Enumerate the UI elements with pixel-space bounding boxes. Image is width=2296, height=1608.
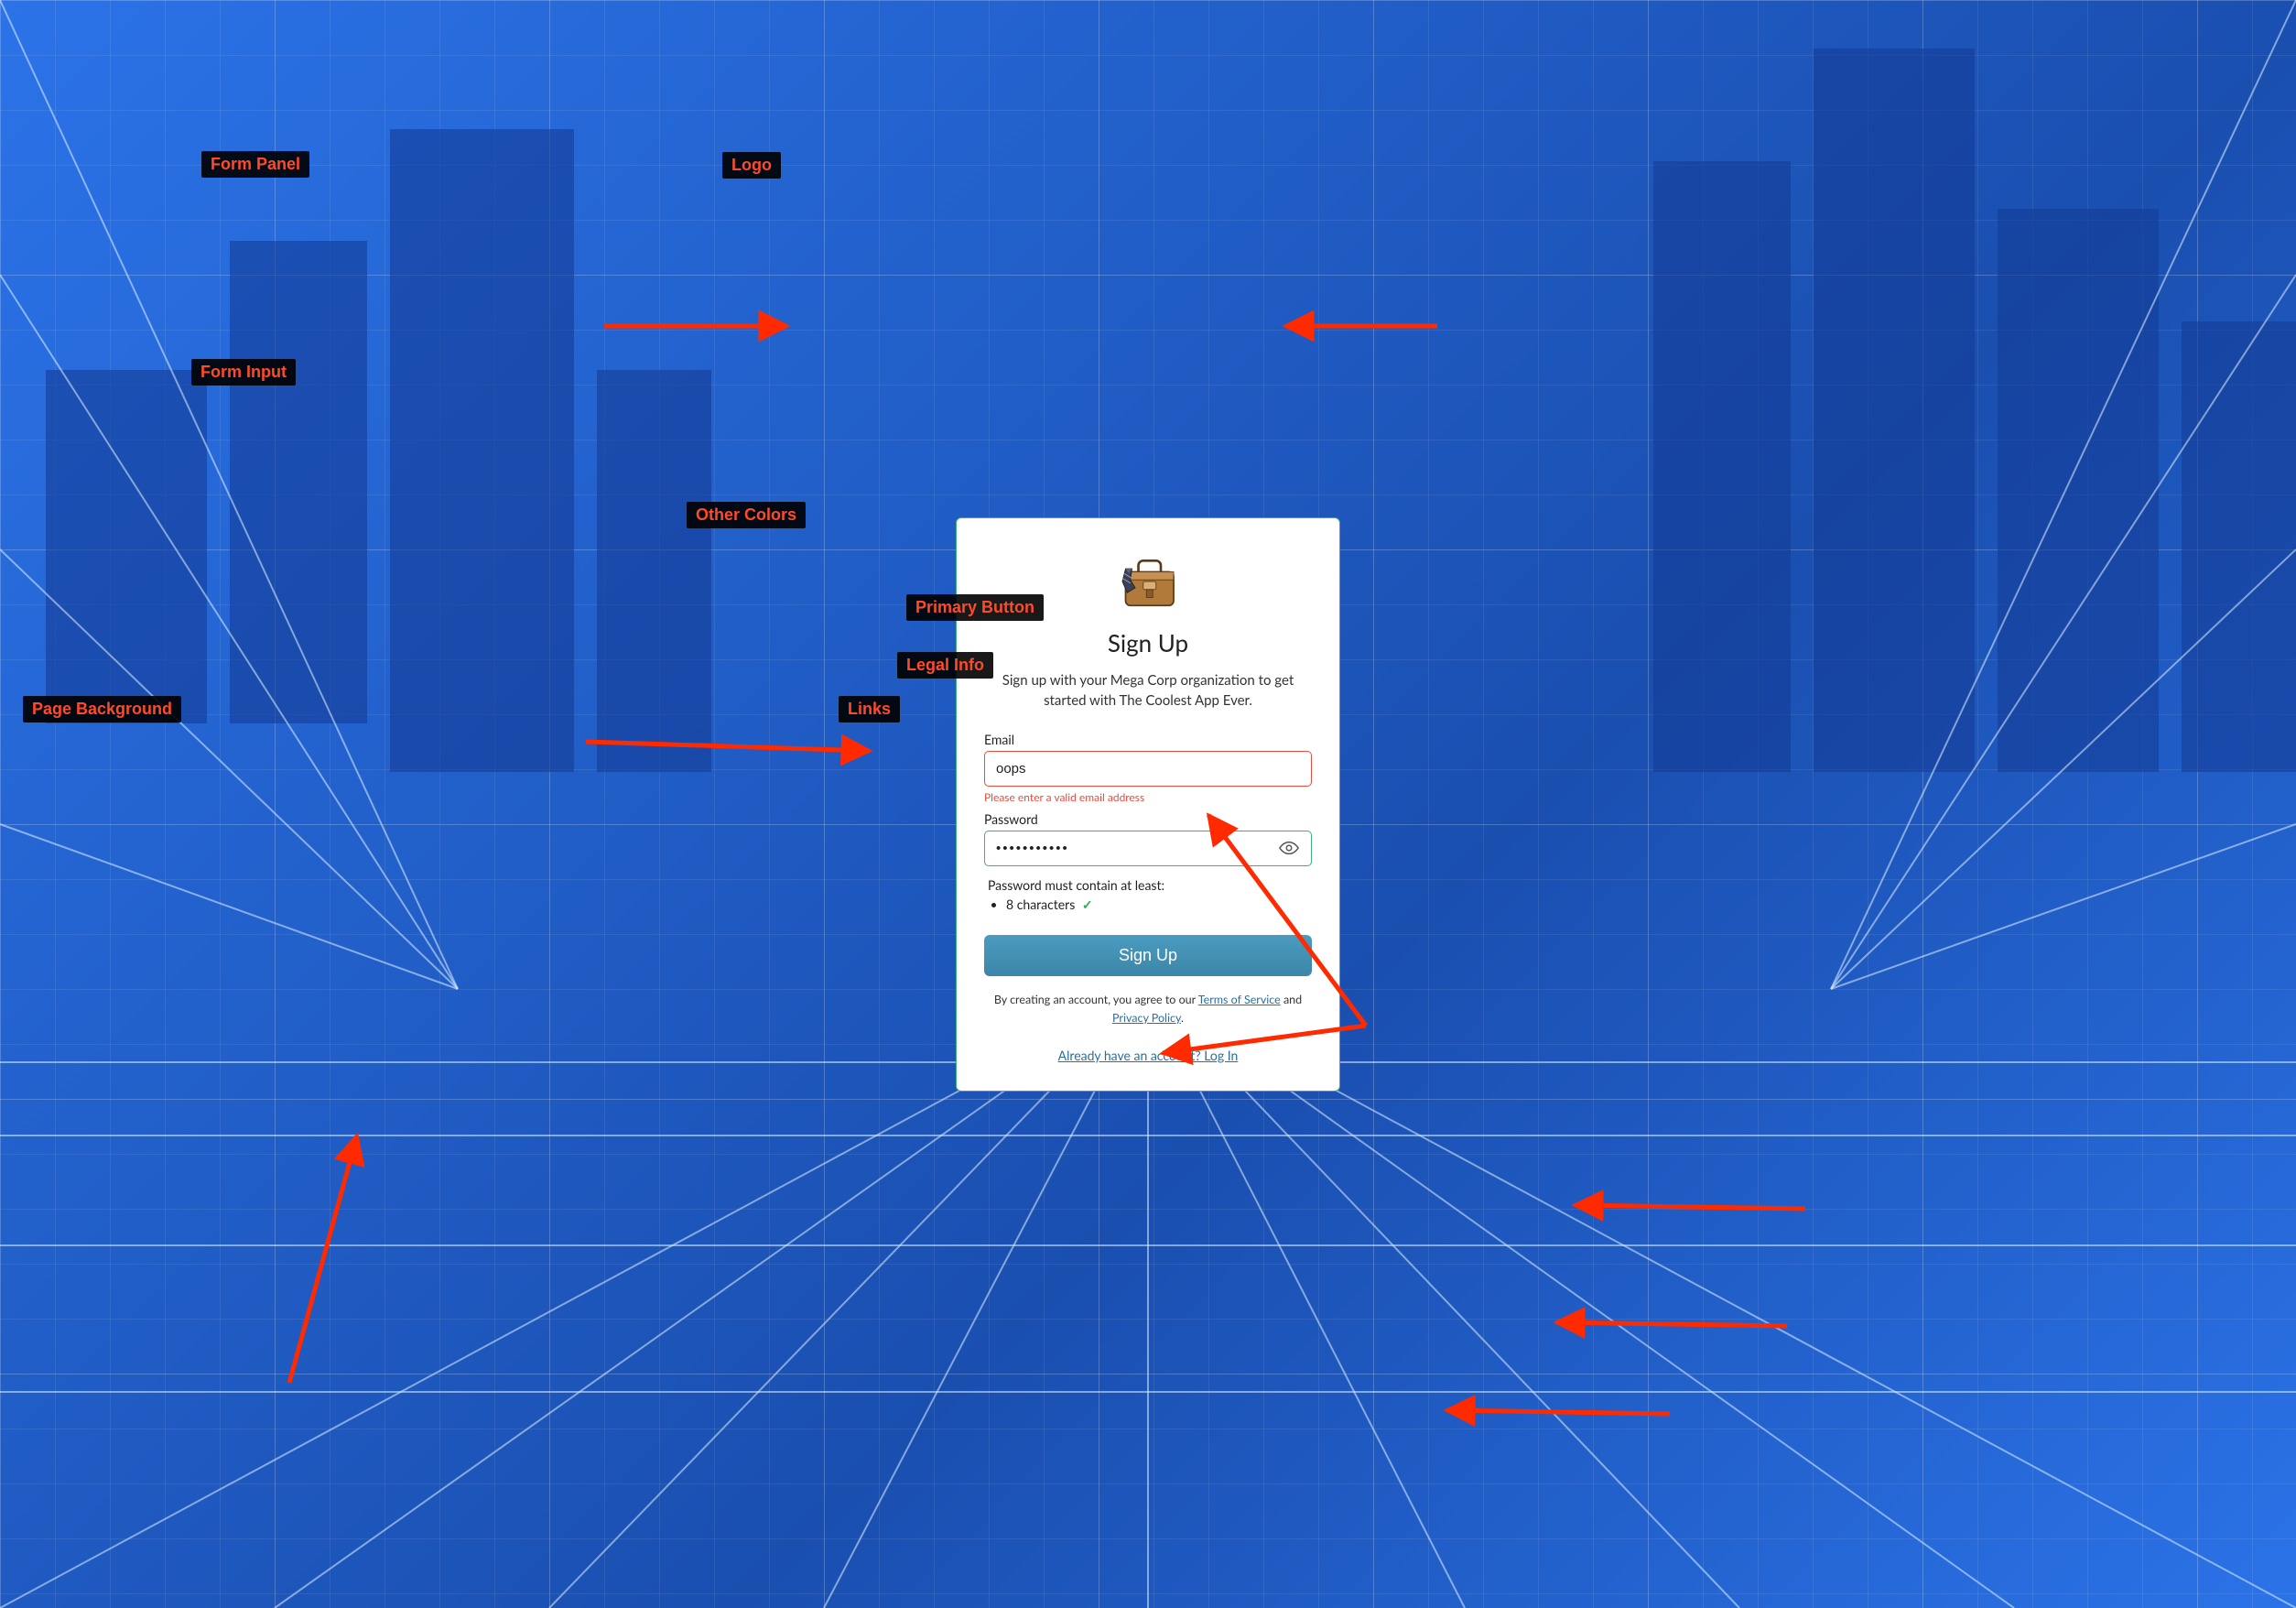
toggle-password-visibility-button[interactable] xyxy=(1275,834,1303,862)
login-line: Already have an account? Log In xyxy=(984,1048,1312,1063)
submit-button[interactable]: Sign Up xyxy=(984,935,1312,976)
email-label: Email xyxy=(984,732,1312,747)
annotation-other-colors: Other Colors xyxy=(687,502,806,528)
eye-icon xyxy=(1279,838,1299,858)
page-subtitle: Sign up with your Mega Corp organization… xyxy=(984,670,1312,712)
password-input[interactable] xyxy=(984,831,1312,866)
page-title: Sign Up xyxy=(984,628,1312,657)
password-requirements: Password must contain at least: 8 charac… xyxy=(984,877,1312,913)
password-requirements-title: Password must contain at least: xyxy=(988,877,1312,893)
annotation-primary-button: Primary Button xyxy=(906,594,1044,621)
annotation-links: Links xyxy=(839,696,900,723)
annotation-legal-info: Legal Info xyxy=(897,652,993,679)
login-link[interactable]: Already have an account? Log In xyxy=(1058,1048,1239,1063)
password-requirement-item: 8 characters ✓ xyxy=(1006,896,1312,913)
legal-info: By creating an account, you agree to our… xyxy=(984,991,1312,1027)
password-label: Password xyxy=(984,811,1312,827)
annotation-logo: Logo xyxy=(722,152,781,179)
annotation-page-background: Page Background xyxy=(23,696,181,723)
annotation-form-input: Form Input xyxy=(191,359,296,386)
annotation-form-panel: Form Panel xyxy=(201,151,309,178)
email-error: Please enter a valid email address xyxy=(984,790,1312,804)
privacy-policy-link[interactable]: Privacy Policy xyxy=(1112,1011,1181,1025)
email-input[interactable] xyxy=(984,751,1312,787)
check-icon: ✓ xyxy=(1082,896,1093,912)
logo xyxy=(1107,549,1189,614)
terms-of-service-link[interactable]: Terms of Service xyxy=(1198,993,1281,1006)
